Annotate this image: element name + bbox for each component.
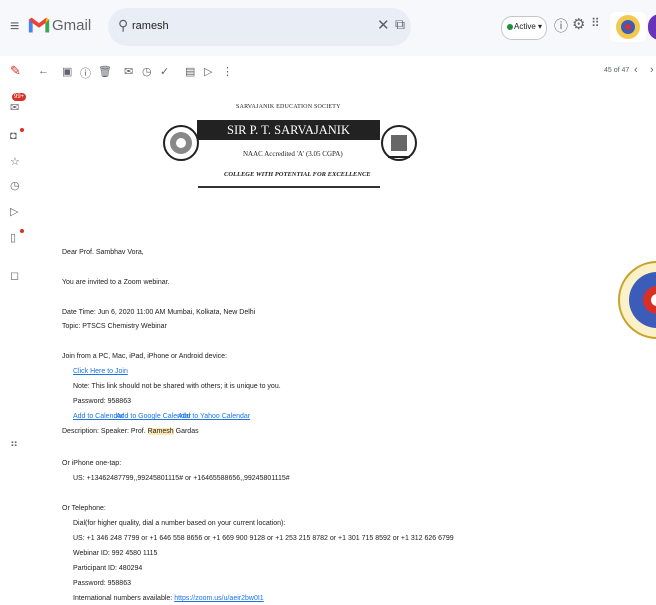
- join-intro: Join from a PC, Mac, iPad, iPhone or And…: [62, 353, 227, 360]
- college-seal-left-icon: [163, 125, 199, 161]
- sidebar-inbox-icon[interactable]: ✉: [10, 101, 19, 114]
- sidebar-starred-icon[interactable]: ☆: [10, 155, 20, 168]
- description-line: Description: Speaker: Prof. Ramesh Garda…: [62, 428, 199, 435]
- settings-gear-icon[interactable]: ⚙: [572, 15, 585, 33]
- older-chevron-icon[interactable]: ›: [650, 64, 654, 76]
- status-dot: [507, 24, 513, 30]
- password-line: Password: 958863: [73, 398, 131, 405]
- back-arrow-icon[interactable]: ←: [38, 65, 49, 77]
- dial-instruction: Dial(for higher quality, dial a number b…: [73, 520, 286, 527]
- clear-search-icon[interactable]: ✕: [377, 16, 390, 34]
- greeting: Dear Prof. Sambhav Vora,: [62, 249, 144, 256]
- gmail-wordmark: Gmail: [52, 17, 92, 34]
- label-icon[interactable]: ▷: [204, 65, 212, 78]
- mark-unread-icon[interactable]: ✉: [124, 65, 133, 78]
- international-numbers-line: International numbers available: https:/…: [73, 595, 264, 602]
- webinar-id: Webinar ID: 992 4580 1115: [73, 550, 158, 557]
- drafts-dot: [20, 229, 24, 233]
- datetime-line: Date Time: Jun 6, 2020 11:00 AM Mumbai, …: [62, 309, 256, 316]
- description-prefix: Description: Speaker: Prof.: [62, 428, 146, 435]
- iphone-one-tap-numbers: US: +13462487799,,99245801115# or +16465…: [73, 475, 290, 482]
- sidebar-drafts-icon[interactable]: ▯: [10, 231, 16, 244]
- newer-chevron-icon[interactable]: ‹: [634, 64, 638, 76]
- archive-icon[interactable]: ▣: [62, 65, 72, 78]
- invite-line: You are invited to a Zoom webinar.: [62, 279, 170, 286]
- letterhead-rule: [198, 186, 380, 188]
- sidebar-snoozed-icon[interactable]: ◷: [10, 179, 20, 192]
- delete-icon[interactable]: 🗑: [98, 65, 112, 78]
- status-label: Active ▾: [514, 22, 543, 31]
- telephone-heading: Or Telephone:: [62, 505, 106, 512]
- international-prefix: International numbers available:: [73, 595, 173, 602]
- international-numbers-link[interactable]: https://zoom.us/u/aeir2bw0I1: [174, 595, 264, 602]
- participant-id: Participant ID: 480294: [73, 565, 143, 572]
- gmail-logo-icon[interactable]: [28, 16, 50, 34]
- letterhead-motto: COLLEGE WITH POTENTIAL FOR EXCELLENCE: [224, 171, 371, 178]
- organization-seal-icon: [616, 15, 640, 39]
- iphone-heading: Or iPhone one-tap:: [62, 460, 122, 467]
- share-note: Note: This link should not be shared wit…: [73, 383, 281, 390]
- us-phone-numbers: US: +1 346 248 7799 or +1 646 558 8656 o…: [73, 535, 454, 542]
- college-seal-right-icon: [381, 125, 417, 161]
- letterhead-college-name: SIR P. T. SARVAJANIK COLLEGE OF SCIENCE: [197, 120, 380, 157]
- main-menu-icon[interactable]: ≡: [10, 18, 19, 36]
- search-options-icon[interactable]: ⧉: [395, 16, 405, 33]
- report-spam-icon[interactable]: ⓘ: [80, 65, 91, 81]
- account-organization-logo[interactable]: [610, 12, 646, 42]
- pagination-count: 45 of 47: [604, 67, 630, 74]
- side-panel-college-seal-icon[interactable]: [617, 254, 656, 346]
- sidebar-label-icon[interactable]: ◻: [10, 269, 19, 282]
- more-options-icon[interactable]: ⋮: [222, 65, 233, 78]
- inbox-unread-badge: 99+: [12, 93, 27, 101]
- sidebar-sent-icon[interactable]: ▷: [10, 205, 18, 218]
- sidebar-important-icon[interactable]: ◘: [10, 130, 17, 142]
- password-line-2: Password: 958863: [73, 580, 131, 587]
- sidebar-apps-icon[interactable]: ⠶: [10, 437, 18, 450]
- move-to-icon[interactable]: ▤: [185, 65, 195, 78]
- letterhead-society: SARVAJANIK EDUCATION SOCIETY: [236, 104, 341, 110]
- apps-grid-icon[interactable]: ⠿: [591, 16, 600, 30]
- letterhead-accreditation: NAAC Accredited 'A' (3.05 CGPA): [243, 150, 343, 158]
- add-task-icon[interactable]: ✓: [160, 65, 169, 78]
- compose-pencil-icon[interactable]: ✎: [10, 63, 21, 79]
- help-icon[interactable]: ⓘ: [554, 16, 568, 36]
- important-dot: [20, 128, 24, 132]
- snooze-icon[interactable]: ◷: [142, 65, 152, 78]
- topic-line: Topic: PTSCS Chemistry Webinar: [62, 323, 167, 330]
- search-highlight: Ramesh: [147, 428, 174, 435]
- search-input[interactable]: ramesh: [132, 20, 169, 32]
- description-suffix: Gardas: [175, 428, 199, 435]
- join-link[interactable]: Click Here to Join: [73, 368, 128, 375]
- search-icon[interactable]: ⚲: [118, 17, 128, 34]
- add-to-yahoo-calendar-link[interactable]: Add to Yahoo Calendar: [178, 413, 250, 420]
